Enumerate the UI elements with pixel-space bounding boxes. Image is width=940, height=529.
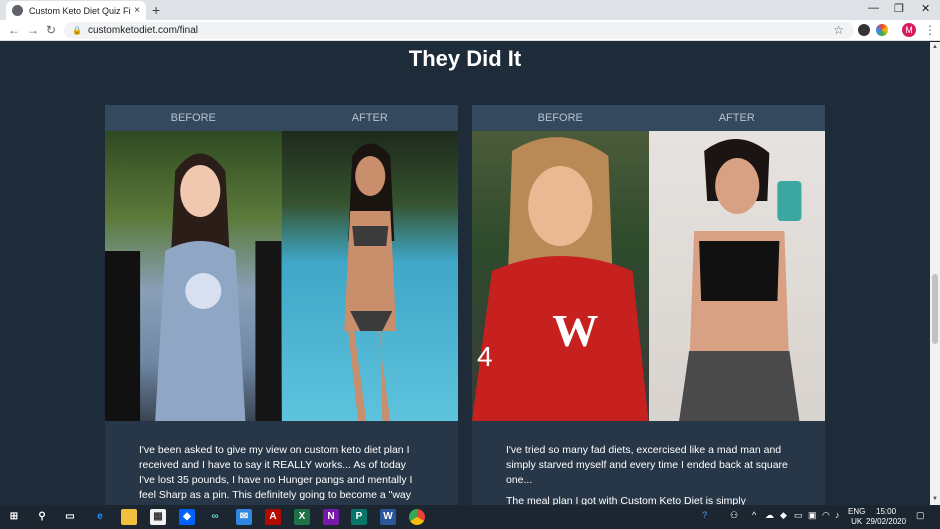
before-after-header: BEFORE AFTER [105, 105, 458, 131]
language-code: ENG [848, 507, 866, 516]
testimonial-text: I've been asked to give my view on custo… [105, 421, 458, 503]
people-icon[interactable]: ⚇ [730, 510, 738, 521]
new-tab-button[interactable]: + [152, 2, 160, 18]
mail-icon[interactable]: ✉ [236, 509, 252, 525]
volume-icon[interactable]: ♪ [835, 510, 840, 520]
reload-icon[interactable]: ↻ [46, 23, 56, 37]
extension-icon[interactable] [858, 24, 870, 36]
dropbox-tray-icon[interactable]: ◆ [780, 510, 787, 521]
before-after-photos [105, 131, 458, 421]
region-code: UK [851, 517, 863, 526]
testimonial-paragraph: The meal plan I got with Custom Keto Die… [506, 495, 746, 505]
chrome-icon[interactable] [409, 509, 425, 525]
address-bar[interactable]: 🔒 customketodiet.com/final ☆ [64, 22, 854, 39]
forward-icon[interactable]: → [27, 23, 39, 37]
infinity-icon[interactable]: ∞ [207, 509, 223, 525]
system-clock[interactable]: 15:00 29/02/2020 [866, 507, 906, 527]
svg-text:4: 4 [477, 341, 493, 372]
before-label: BEFORE [170, 112, 216, 124]
browser-tab[interactable]: Custom Keto Diet Quiz Final Page × [6, 1, 146, 20]
page-title: They Did It [408, 46, 522, 71]
onedrive-icon[interactable]: ☁ [765, 510, 774, 521]
testimonial-text: I've tried so many fad diets, excercised… [472, 421, 825, 505]
language-indicator[interactable]: ENG UK [848, 507, 865, 527]
wifi-icon[interactable]: ◠ [822, 510, 830, 521]
scroll-down-icon[interactable]: ▼ [932, 496, 938, 502]
scroll-up-icon[interactable]: ▲ [932, 44, 938, 50]
edge-icon[interactable]: e [92, 509, 108, 525]
before-photo: W 4 [472, 131, 649, 421]
clock-date: 29/02/2020 [866, 517, 907, 526]
windows-taskbar: ⊞ ⚲ ▭ e ▦ ◆ ∞ ✉ A X N P W ? ⚇ ^ ☁ ◆ ▭ ▣ … [0, 505, 940, 529]
before-after-header: BEFORE AFTER [472, 105, 825, 131]
close-window-button[interactable]: ✕ [921, 2, 930, 15]
profile-avatar[interactable]: M [902, 23, 916, 37]
after-label: AFTER [718, 112, 755, 124]
tab-title: Custom Keto Diet Quiz Final Page [29, 5, 131, 16]
chevron-up-icon[interactable]: ^ [752, 510, 756, 520]
bookmark-star-icon[interactable]: ☆ [833, 23, 844, 37]
before-photo [105, 131, 282, 421]
battery-icon[interactable]: ▭ [794, 510, 803, 521]
testimonial-card: BEFORE AFTER W 4 I've tried so many fad … [472, 105, 825, 505]
after-photo [648, 131, 825, 421]
tab-strip: Custom Keto Diet Quiz Final Page × + — ❐… [0, 0, 940, 20]
before-after-photos: W 4 [472, 131, 825, 421]
file-explorer-icon[interactable] [121, 509, 137, 525]
search-icon[interactable]: ⚲ [34, 509, 50, 525]
testimonial-paragraph: I've tried so many fad diets, excercised… [506, 444, 788, 486]
color-extension-icon[interactable] [876, 24, 888, 36]
testimonial-card: BEFORE AFTER I've been asked to give my … [105, 105, 458, 505]
word-icon[interactable]: W [380, 509, 396, 525]
publisher-icon[interactable]: P [351, 509, 367, 525]
store-icon[interactable]: ▦ [150, 509, 166, 525]
help-icon[interactable]: ? [702, 510, 707, 520]
start-icon[interactable]: ⊞ [6, 509, 22, 525]
excel-icon[interactable]: X [294, 509, 310, 525]
testimonial-paragraph: I've been asked to give my view on custo… [139, 444, 413, 501]
acrobat-icon[interactable]: A [265, 509, 281, 525]
scrollbar-thumb[interactable] [932, 274, 938, 344]
back-icon[interactable]: ← [8, 23, 20, 37]
page-content: They Did It BEFORE AFTER I've been asked… [0, 42, 930, 505]
before-label: BEFORE [537, 112, 583, 124]
network-icon[interactable]: ▣ [808, 510, 817, 521]
url-text: customketodiet.com/final [87, 25, 199, 36]
restore-button[interactable]: ❐ [894, 2, 904, 15]
close-tab-icon[interactable]: × [134, 5, 140, 16]
lock-icon: 🔒 [72, 26, 82, 35]
toolbar: ← → ↻ 🔒 customketodiet.com/final ☆ M ⋮ [0, 20, 940, 41]
menu-icon[interactable]: ⋮ [924, 23, 936, 37]
dropbox-icon[interactable]: ◆ [179, 509, 195, 525]
page-scrollbar[interactable]: ▲ ▼ [930, 42, 940, 505]
notifications-icon[interactable]: ▢ [916, 510, 925, 521]
after-label: AFTER [351, 112, 388, 124]
onenote-icon[interactable]: N [323, 509, 339, 525]
clock-time: 15:00 [876, 507, 897, 516]
svg-text:W: W [552, 305, 598, 356]
minimize-button[interactable]: — [868, 2, 879, 14]
task-view-icon[interactable]: ▭ [62, 509, 78, 525]
after-photo [281, 131, 458, 421]
site-favicon-icon [12, 5, 23, 16]
